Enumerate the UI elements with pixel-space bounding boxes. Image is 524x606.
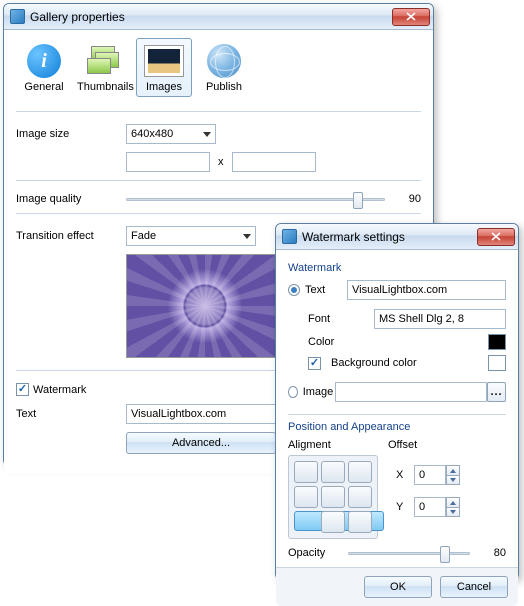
image-radio-label: Image — [303, 386, 335, 398]
watermark-group-label: Watermark — [288, 262, 506, 274]
tab-general[interactable]: i General — [16, 38, 72, 97]
bgcolor-checkbox[interactable] — [308, 357, 321, 370]
watermark-text-input[interactable] — [126, 404, 276, 424]
align-tr[interactable] — [348, 461, 372, 483]
align-tl[interactable] — [294, 461, 318, 483]
align-tc[interactable] — [321, 461, 345, 483]
spin-down[interactable] — [446, 507, 460, 517]
transition-value: Fade — [131, 230, 156, 242]
offset-x-input[interactable] — [414, 465, 446, 485]
watermark-checkbox[interactable] — [16, 383, 29, 396]
x-label: X — [396, 469, 408, 481]
spin-up[interactable] — [446, 497, 460, 507]
close-button[interactable] — [392, 8, 430, 26]
opacity-value: 80 — [480, 547, 506, 559]
alignment-grid[interactable] — [288, 455, 378, 539]
tab-label: General — [17, 81, 71, 93]
font-label: Font — [308, 313, 368, 325]
offset-x-spinner[interactable] — [414, 465, 460, 485]
image-radio[interactable] — [288, 386, 298, 398]
transition-preview — [126, 254, 284, 358]
close-icon — [406, 12, 416, 21]
close-button[interactable] — [477, 228, 515, 246]
align-bc[interactable] — [321, 511, 345, 533]
close-icon — [491, 232, 501, 241]
position-group-label: Position and Appearance — [288, 421, 506, 433]
color-label: Color — [308, 336, 368, 348]
image-size-label: Image size — [16, 128, 126, 140]
spin-up[interactable] — [446, 465, 460, 475]
font-select[interactable]: MS Shell Dlg 2, 8 — [374, 309, 506, 329]
app-icon — [10, 9, 25, 24]
titlebar[interactable]: Gallery properties — [4, 4, 433, 30]
spin-down[interactable] — [446, 475, 460, 485]
transition-select[interactable]: Fade — [126, 226, 256, 246]
bgcolor-swatch[interactable] — [488, 355, 506, 371]
publish-icon — [207, 44, 241, 78]
watermark-label: Watermark — [33, 384, 86, 396]
text-label: Text — [16, 408, 126, 420]
watermark-image-input[interactable] — [335, 382, 487, 402]
text-radio-label: Text — [305, 284, 347, 296]
images-icon — [144, 45, 184, 77]
tab-thumbnails[interactable]: Thumbnails — [76, 38, 132, 97]
cancel-button[interactable]: Cancel — [440, 576, 508, 598]
watermark-settings-window: Watermark settings Watermark Text Font M… — [275, 223, 519, 580]
chevron-down-icon — [203, 132, 211, 137]
tab-publish[interactable]: Publish — [196, 38, 252, 97]
size-separator: x — [218, 156, 224, 168]
font-value: MS Shell Dlg 2, 8 — [379, 313, 464, 325]
app-icon — [282, 229, 297, 244]
y-label: Y — [396, 501, 408, 513]
quality-value: 90 — [395, 193, 421, 205]
width-input[interactable] — [126, 152, 210, 172]
offset-y-spinner[interactable] — [414, 497, 460, 517]
watermark-text-input[interactable] — [347, 280, 506, 300]
align-br[interactable] — [348, 511, 372, 533]
advanced-button[interactable]: Advanced... — [126, 432, 276, 454]
browse-button[interactable]: ... — [487, 382, 506, 402]
chevron-down-icon — [243, 234, 251, 239]
window-title: Watermark settings — [302, 230, 477, 244]
offset-label: Offset — [388, 439, 417, 451]
height-input[interactable] — [232, 152, 316, 172]
tab-label: Thumbnails — [77, 81, 131, 93]
quality-label: Image quality — [16, 193, 126, 205]
align-mc[interactable] — [321, 486, 345, 508]
image-size-select[interactable]: 640x480 — [126, 124, 216, 144]
align-ml[interactable] — [294, 486, 318, 508]
image-size-value: 640x480 — [131, 128, 173, 140]
tab-images[interactable]: Images — [136, 38, 192, 97]
quality-slider[interactable] — [126, 198, 385, 201]
thumbnails-icon — [87, 46, 121, 76]
slider-thumb[interactable] — [440, 546, 450, 563]
bgcolor-label: Background color — [331, 357, 417, 369]
window-title: Gallery properties — [30, 10, 392, 24]
ok-button[interactable]: OK — [364, 576, 432, 598]
opacity-label: Opacity — [288, 547, 348, 559]
tab-row: i General Thumbnails Images Publish — [16, 38, 421, 97]
align-mr[interactable] — [348, 486, 372, 508]
text-radio[interactable] — [288, 284, 300, 296]
opacity-slider[interactable] — [348, 552, 470, 555]
color-swatch[interactable] — [488, 334, 506, 350]
info-icon: i — [27, 44, 61, 78]
tab-label: Images — [137, 81, 191, 93]
transition-label: Transition effect — [16, 230, 126, 242]
slider-thumb[interactable] — [353, 192, 363, 209]
alignment-label: Aligment — [288, 439, 368, 451]
offset-y-input[interactable] — [414, 497, 446, 517]
titlebar[interactable]: Watermark settings — [276, 224, 518, 250]
tab-label: Publish — [197, 81, 251, 93]
